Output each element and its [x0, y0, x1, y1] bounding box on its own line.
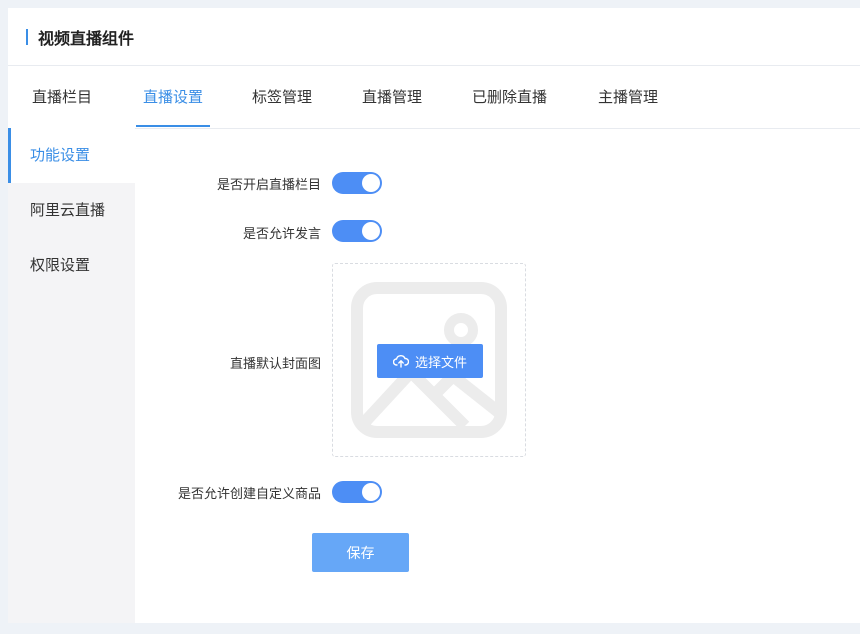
switch-knob [362, 222, 380, 240]
page-title: 视频直播组件 [38, 28, 135, 48]
enable-column-switch[interactable] [332, 172, 382, 194]
sidebar-item-label: 阿里云直播 [30, 201, 106, 219]
tab-live-management[interactable]: 直播管理 [362, 66, 422, 128]
allow-comment-switch[interactable] [332, 220, 382, 242]
tab-live-columns[interactable]: 直播栏目 [32, 66, 92, 128]
tab-live-settings[interactable]: 直播设置 [143, 66, 203, 128]
header-accent-bar [26, 28, 28, 45]
cover-image-uploader[interactable]: 选择文件 [332, 263, 526, 457]
allow-custom-goods-switch[interactable] [332, 481, 382, 503]
allow-custom-goods-label: 是否允许创建自定义商品 [177, 487, 321, 502]
switch-knob [362, 174, 380, 192]
settings-sidebar: 功能设置 阿里云直播 权限设置 [8, 128, 135, 623]
top-tabs: 直播栏目 直播设置 标签管理 直播管理 已删除直播 主播管理 [8, 66, 860, 129]
app-window: 视频直播组件 直播栏目 直播设置 标签管理 直播管理 已删除直播 主播管理 功能… [8, 8, 860, 623]
cloud-upload-icon [392, 355, 409, 368]
select-file-button[interactable]: 选择文件 [377, 344, 483, 378]
tab-tag-management[interactable]: 标签管理 [252, 66, 312, 128]
enable-column-label: 是否开启直播栏目 [216, 178, 321, 193]
switch-knob [362, 483, 380, 501]
select-file-label: 选择文件 [414, 355, 467, 371]
sidebar-item-label: 功能设置 [30, 146, 91, 164]
active-tab-indicator [136, 125, 210, 127]
tab-anchor-management[interactable]: 主播管理 [598, 66, 658, 128]
sidebar-item-function-settings[interactable]: 功能设置 [8, 128, 135, 183]
function-settings-form: 是否开启直播栏目 是否允许发言 直播默认封面图 选择文件 是否允许创建自定义商品… [135, 128, 860, 623]
tab-deleted-lives[interactable]: 已删除直播 [472, 66, 547, 128]
save-button[interactable]: 保存 [312, 533, 409, 572]
sidebar-item-label: 权限设置 [30, 256, 91, 274]
sidebar-item-permission-settings[interactable]: 权限设置 [8, 238, 135, 293]
page-header: 视频直播组件 [8, 8, 860, 66]
default-cover-label: 直播默认封面图 [229, 357, 321, 372]
allow-comment-label: 是否允许发言 [242, 227, 321, 242]
sidebar-item-aliyun-live[interactable]: 阿里云直播 [8, 183, 135, 238]
